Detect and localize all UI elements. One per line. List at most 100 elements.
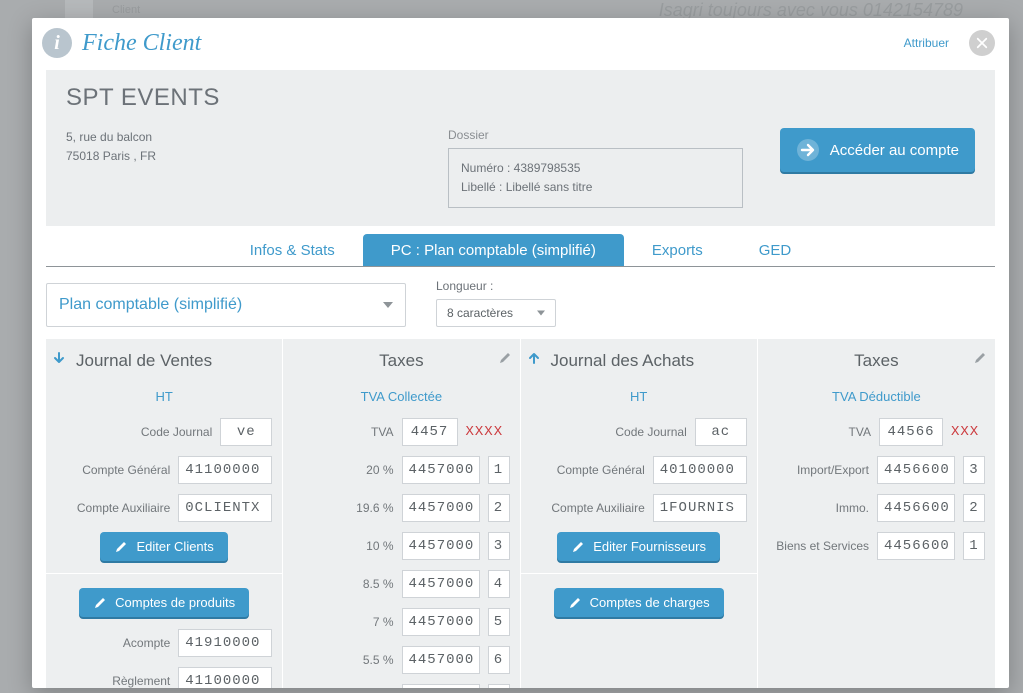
- compte-general-label: Compte Général: [56, 463, 170, 477]
- compte-auxiliaire-label: Compte Auxiliaire: [56, 501, 170, 515]
- tax-ext-input[interactable]: [488, 570, 510, 598]
- info-icon: i: [42, 28, 72, 58]
- editer-fournisseurs-label: Editer Fournisseurs: [593, 539, 706, 554]
- tva-code-input[interactable]: [879, 418, 943, 446]
- length-label: Longueur :: [436, 279, 556, 293]
- tax-rate-label: 10 %: [293, 539, 393, 553]
- tab-ged[interactable]: GED: [731, 234, 820, 266]
- tax-ext-input[interactable]: [963, 456, 985, 484]
- tax-rate-label: 5.5 %: [293, 653, 393, 667]
- journal-achats-column: Journal des Achats HT Code Journal Compt…: [521, 339, 758, 688]
- tax-row: 5.5 %: [293, 646, 509, 674]
- arrow-down-icon: [52, 351, 68, 367]
- arrow-up-icon: [527, 351, 543, 367]
- tax-rate-label: 7 %: [293, 615, 393, 629]
- editer-clients-button[interactable]: Editer Clients: [100, 532, 227, 561]
- tab-exports[interactable]: Exports: [624, 234, 731, 266]
- tax-ext-input[interactable]: [488, 456, 510, 484]
- comptes-charges-label: Comptes de charges: [590, 595, 710, 610]
- tax-account-input[interactable]: [402, 456, 480, 484]
- arrow-right-icon: [796, 138, 820, 162]
- journal-achats-title: Journal des Achats: [531, 351, 747, 371]
- close-icon[interactable]: [969, 30, 995, 56]
- acompte-label: Acompte: [56, 636, 170, 650]
- tax-account-input[interactable]: [402, 494, 480, 522]
- tax-account-input[interactable]: [402, 532, 480, 560]
- acompte-input[interactable]: [178, 629, 272, 657]
- pencil-icon[interactable]: [973, 351, 989, 367]
- code-journal-input[interactable]: [220, 418, 272, 446]
- tax-row: Immo.: [768, 494, 985, 522]
- compte-auxiliaire-input[interactable]: [653, 494, 747, 522]
- tva-label: TVA: [768, 425, 871, 439]
- client-address: 5, rue du balcon 75018 Paris , FR: [66, 128, 436, 166]
- ht-label: HT: [56, 389, 272, 404]
- reglement-label: Règlement: [56, 674, 170, 688]
- tax-account-input[interactable]: [877, 532, 955, 560]
- tax-row: 2.1 %: [293, 684, 509, 688]
- dossier-libelle: Libellé : Libellé sans titre: [461, 178, 730, 197]
- journal-ventes-column: Journal de Ventes HT Code Journal Compte…: [46, 339, 283, 688]
- tax-row: 10 %: [293, 532, 509, 560]
- address-line-2: 75018 Paris , FR: [66, 147, 436, 166]
- tax-account-input[interactable]: [402, 646, 480, 674]
- tax-ext-input[interactable]: [488, 646, 510, 674]
- taxes-achats-column: Taxes TVA Déductible TVA XXX Import/Expo…: [758, 339, 995, 688]
- tax-rate-label: 8.5 %: [293, 577, 393, 591]
- fiche-client-modal: i Fiche Client Attribuer SPT EVENTS 5, r…: [32, 18, 1009, 688]
- tab-plan-comptable[interactable]: PC : Plan comptable (simplifié): [363, 234, 624, 266]
- tab-infos-stats[interactable]: Infos & Stats: [222, 234, 363, 266]
- plan-select[interactable]: Plan comptable (simplifié): [46, 283, 406, 327]
- tax-row: 7 %: [293, 608, 509, 636]
- tax-ext-input[interactable]: [488, 494, 510, 522]
- editer-fournisseurs-button[interactable]: Editer Fournisseurs: [557, 532, 720, 561]
- compte-auxiliaire-label: Compte Auxiliaire: [531, 501, 645, 515]
- comptes-charges-button[interactable]: Comptes de charges: [554, 588, 724, 617]
- taxes-ventes-column: Taxes TVA Collectée TVA XXXX 20 %19.6 %1…: [283, 339, 520, 688]
- code-journal-input[interactable]: [695, 418, 747, 446]
- reglement-input[interactable]: [178, 667, 272, 688]
- tax-row: 19.6 %: [293, 494, 509, 522]
- tax-rate-label: 19.6 %: [293, 501, 393, 515]
- tva-collectee-label: TVA Collectée: [293, 389, 509, 404]
- tax-account-input[interactable]: [402, 684, 480, 688]
- pencil-icon: [93, 596, 107, 610]
- compte-general-input[interactable]: [653, 456, 747, 484]
- tax-ext-input[interactable]: [488, 532, 510, 560]
- tax-row: 20 %: [293, 456, 509, 484]
- tax-account-input[interactable]: [877, 456, 955, 484]
- compte-general-label: Compte Général: [531, 463, 645, 477]
- plan-select-value: Plan comptable (simplifié): [59, 296, 242, 313]
- pencil-icon: [571, 540, 585, 554]
- taxes-ventes-title: Taxes: [293, 351, 509, 371]
- compte-general-input[interactable]: [178, 456, 272, 484]
- tax-ext-input[interactable]: [488, 608, 510, 636]
- tax-account-input[interactable]: [402, 570, 480, 598]
- tax-account-input[interactable]: [877, 494, 955, 522]
- code-journal-label: Code Journal: [56, 425, 212, 439]
- dossier-label: Dossier: [448, 128, 743, 142]
- client-name: SPT EVENTS: [66, 84, 975, 112]
- comptes-produits-button[interactable]: Comptes de produits: [79, 588, 249, 617]
- code-journal-label: Code Journal: [531, 425, 687, 439]
- pencil-icon: [114, 540, 128, 554]
- dossier-numero: Numéro : 4389798535: [461, 159, 730, 178]
- tva-label: TVA: [293, 425, 393, 439]
- chevron-down-icon: [537, 311, 545, 316]
- tax-ext-input[interactable]: [963, 532, 985, 560]
- tax-account-input[interactable]: [402, 608, 480, 636]
- pencil-icon[interactable]: [498, 351, 514, 367]
- tva-mask: XXX: [951, 424, 985, 440]
- tax-row: 8.5 %: [293, 570, 509, 598]
- tax-ext-input[interactable]: [963, 494, 985, 522]
- length-select[interactable]: 8 caractères: [436, 299, 556, 327]
- compte-auxiliaire-input[interactable]: [178, 494, 272, 522]
- ht-label: HT: [531, 389, 747, 404]
- taxes-achats-title: Taxes: [768, 351, 985, 371]
- acceder-compte-button[interactable]: Accéder au compte: [780, 128, 975, 172]
- attribuer-link[interactable]: Attribuer: [904, 36, 949, 50]
- tax-row: Biens et Services: [768, 532, 985, 560]
- tva-code-input[interactable]: [402, 418, 458, 446]
- tax-ext-input[interactable]: [488, 684, 510, 688]
- tax-rate-label: Immo.: [768, 501, 869, 515]
